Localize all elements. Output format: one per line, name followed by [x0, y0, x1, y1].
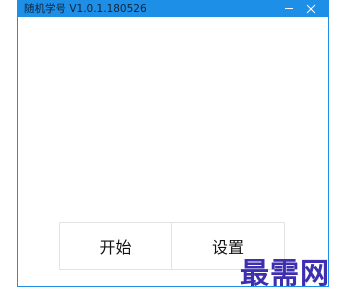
app-window: 随机学号 V1.0.1.180526 开始 设置 [17, 0, 329, 287]
close-button[interactable] [302, 1, 320, 17]
close-icon [306, 4, 316, 14]
window-title: 随机学号 V1.0.1.180526 [24, 3, 147, 15]
minimize-button[interactable] [280, 1, 298, 17]
main-content: 开始 设置 [18, 17, 328, 286]
minimize-icon [285, 8, 293, 9]
start-button[interactable]: 开始 [59, 222, 172, 270]
title-bar[interactable]: 随机学号 V1.0.1.180526 [18, 1, 328, 17]
watermark-logo: 最需网 [240, 256, 331, 290]
